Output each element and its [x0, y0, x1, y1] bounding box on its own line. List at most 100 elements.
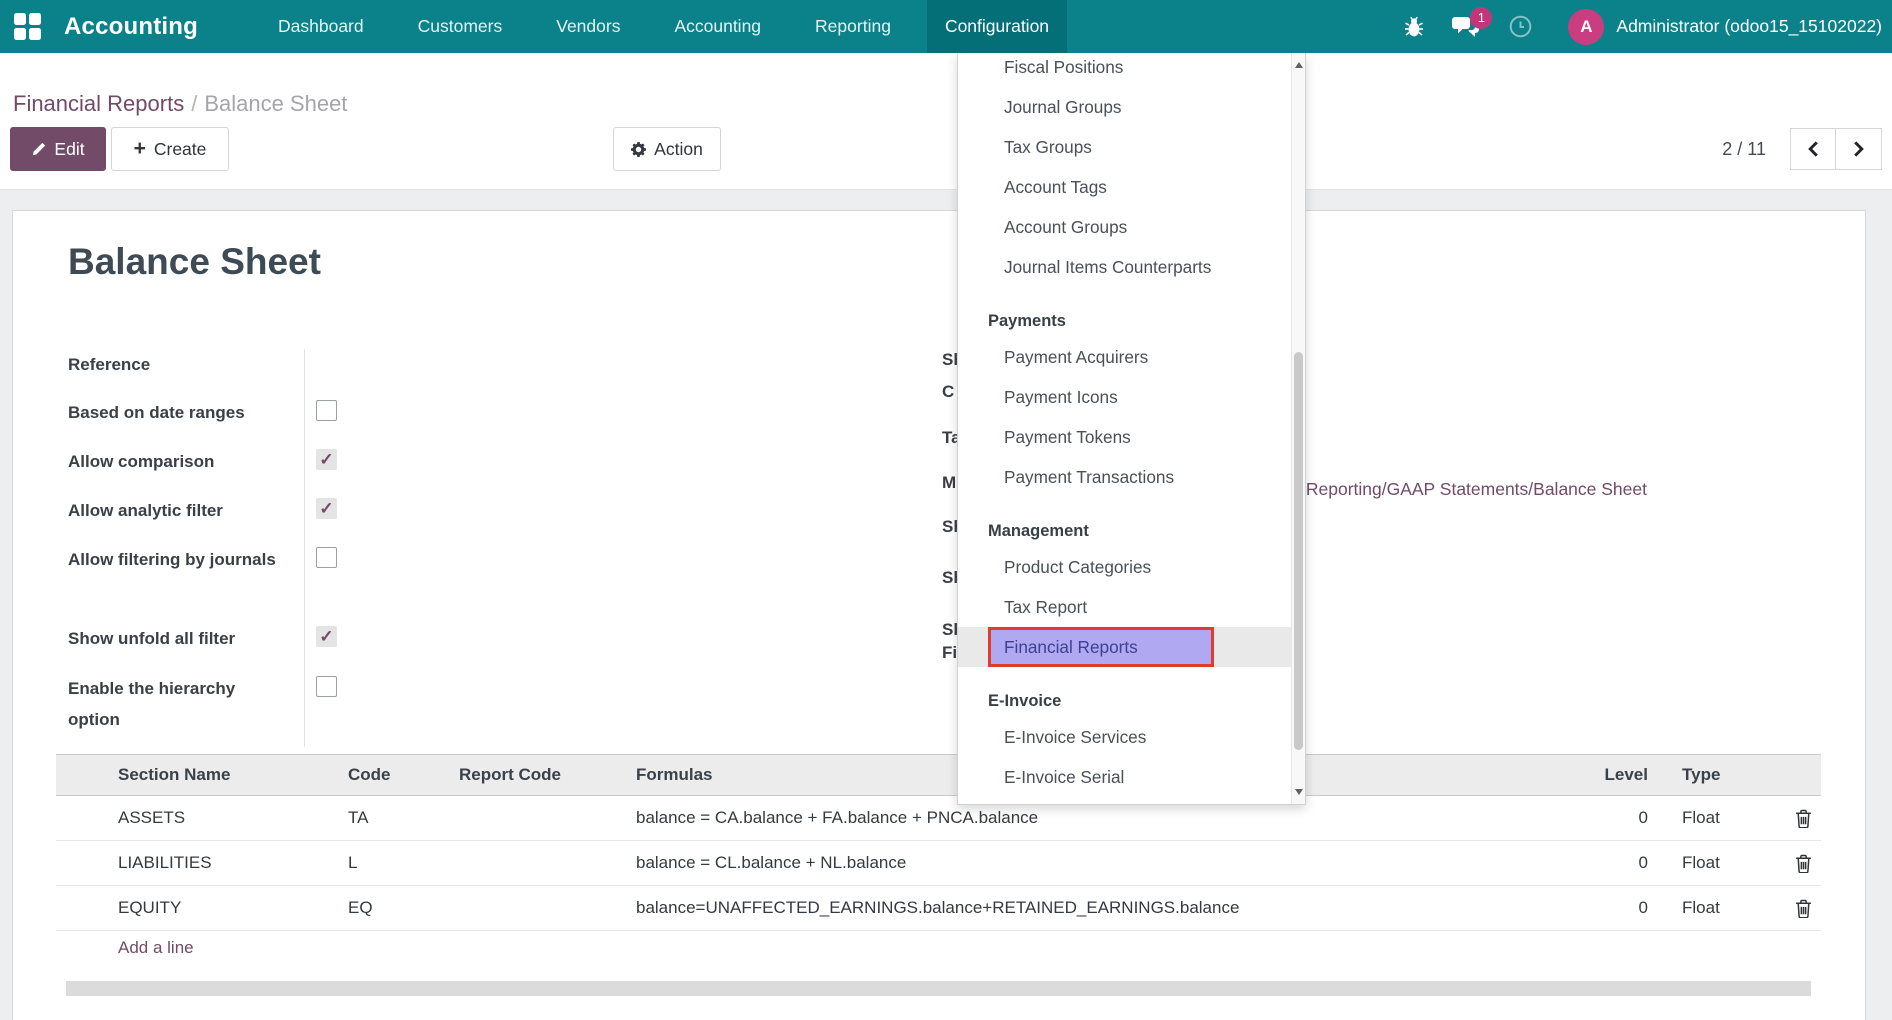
checkbox-allow-analytic-filter[interactable]: ✓ — [316, 498, 337, 519]
table-row-equity[interactable]: EQUITYEQbalance=UNAFFECTED_EARNINGS.bala… — [56, 886, 1821, 931]
menu-item-journal-groups[interactable]: Journal Groups — [958, 87, 1291, 127]
plus-icon: + — [134, 138, 146, 159]
cell-formulas: balance = CA.balance + FA.balance + PNCA… — [636, 808, 1581, 828]
action-button[interactable]: Action — [613, 127, 721, 171]
field-label: Enable the hierarchy option — [68, 673, 290, 735]
menu-section-header-management: Management — [958, 515, 1291, 547]
cell-level: 0 — [1581, 898, 1666, 918]
field-label: Based on date ranges — [68, 397, 290, 428]
nav-item-configuration[interactable]: Configuration — [927, 0, 1067, 53]
scrollbar-down-arrow-icon[interactable] — [1295, 789, 1303, 795]
messages-count-badge: 1 — [1470, 7, 1492, 29]
menu-item-e-invoice-services[interactable]: E-Invoice Services — [958, 717, 1291, 757]
field-row-reference: Reference — [68, 349, 368, 380]
cell-type: Float — [1666, 808, 1786, 828]
menu-item-payment-acquirers[interactable]: Payment Acquirers — [958, 337, 1291, 377]
checkbox-allow-comparison[interactable]: ✓ — [316, 449, 337, 470]
app-title[interactable]: Accounting — [64, 0, 198, 53]
breadcrumb-parent-link[interactable]: Financial Reports — [13, 91, 184, 116]
field-row-show-unfold-all-filter: Show unfold all filter ✓ — [68, 623, 368, 654]
chevron-right-icon — [1853, 141, 1864, 157]
nav-item-vendors[interactable]: Vendors — [538, 0, 638, 53]
column-header-report-code: Report Code — [445, 765, 636, 785]
user-avatar[interactable]: A — [1568, 9, 1604, 45]
table-body: ASSETSTA balance = CA.balance + FA.balanc… — [56, 796, 1821, 931]
cell-name: ASSETS — [104, 808, 334, 828]
user-name[interactable]: Administrator (odoo15_15102022) — [1616, 16, 1882, 37]
column-header-level: Level — [1581, 765, 1666, 785]
sheet-title: Balance Sheet — [68, 241, 321, 283]
edit-button[interactable]: Edit — [10, 127, 106, 171]
delete-row-trash-icon[interactable] — [1786, 809, 1821, 828]
field-label: Show unfold all filter — [68, 623, 290, 654]
field-label: Allow analytic filter — [68, 495, 290, 526]
pager-previous-button[interactable] — [1790, 128, 1836, 170]
cell-code: TA — [334, 808, 445, 828]
control-panel: Financial Reports/Balance Sheet Edit + C… — [0, 53, 1892, 190]
cell-formulas: balance = CL.balance + NL.balance — [636, 853, 1581, 873]
checkbox-based-on-date-ranges[interactable] — [316, 400, 337, 421]
table-row-assets[interactable]: ASSETSTA balance = CA.balance + FA.balanc… — [56, 796, 1821, 841]
chevron-left-icon — [1808, 141, 1819, 157]
right-field-label-fragment: C — [942, 382, 954, 402]
breadcrumb: Financial Reports/Balance Sheet — [13, 91, 347, 117]
checkbox-enable-the-hierarchy-option[interactable] — [316, 676, 337, 697]
field-row-allow-analytic-filter: Allow analytic filter ✓ — [68, 495, 368, 526]
highlighted-menu-item-box[interactable]: Financial Reports — [988, 627, 1214, 667]
field-row-allow-comparison: Allow comparison ✓ — [68, 446, 368, 477]
scrollbar-up-arrow-icon[interactable] — [1295, 62, 1303, 68]
dropdown-scrollbar — [1291, 53, 1305, 804]
field-row-enable-the-hierarchy-option: Enable the hierarchy option — [68, 673, 368, 735]
breadcrumb-separator: / — [184, 91, 204, 116]
menu-item-tax-groups[interactable]: Tax Groups — [958, 127, 1291, 167]
cell-level: 0 — [1581, 808, 1666, 828]
cell-name: LIABILITIES — [104, 853, 334, 873]
top-navbar: Accounting Dashboard Customers Vendors Acco… — [0, 0, 1892, 53]
menu-item-fiscal-positions[interactable]: Fiscal Positions — [958, 53, 1291, 87]
nav-item-accounting[interactable]: Accounting — [656, 0, 779, 53]
add-a-line-link[interactable]: Add a line — [118, 938, 194, 958]
nav-item-reporting[interactable]: Reporting — [797, 0, 909, 53]
nav-item-customers[interactable]: Customers — [400, 0, 521, 53]
table-row-liabilities[interactable]: LIABILITIESLbalance = CL.balance + NL.ba… — [56, 841, 1821, 886]
activities-clock-icon[interactable] — [1509, 15, 1532, 38]
cell-type: Float — [1666, 853, 1786, 873]
table-horizontal-scrollbar[interactable] — [66, 981, 1811, 996]
menu-item-account-tags[interactable]: Account Tags — [958, 167, 1291, 207]
menu-item-e-invoice-serial[interactable]: E-Invoice Serial — [958, 757, 1291, 797]
cell-formulas: balance=UNAFFECTED_EARNINGS.balance+RETA… — [636, 898, 1581, 918]
menu-item-account-groups[interactable]: Account Groups — [958, 207, 1291, 247]
menu-item-journal-items-counterparts[interactable]: Journal Items Counterparts — [958, 247, 1291, 287]
menu-item-tax-report[interactable]: Tax Report — [958, 587, 1291, 627]
checkbox-show-unfold-all-filter[interactable]: ✓ — [316, 626, 337, 647]
apps-grid-icon[interactable] — [14, 13, 41, 40]
cell-code: L — [334, 853, 445, 873]
scrollbar-thumb[interactable] — [1294, 352, 1303, 750]
cell-code: EQ — [334, 898, 445, 918]
pager — [1790, 128, 1882, 170]
menu-item-payment-tokens[interactable]: Payment Tokens — [958, 417, 1291, 457]
debug-bug-icon[interactable] — [1404, 16, 1424, 38]
checkbox-allow-filtering-by-journals[interactable] — [316, 547, 337, 568]
form-sheet: Balance Sheet Reference Based on date ran… — [12, 210, 1866, 1020]
field-label: Allow comparison — [68, 446, 290, 477]
messages-icon[interactable]: 1 — [1452, 16, 1479, 38]
menu-item-payment-icons[interactable]: Payment Icons — [958, 377, 1291, 417]
table-header-row: Section NameCodeReport CodeFormulasLevel… — [56, 754, 1821, 796]
pager-next-button[interactable] — [1836, 128, 1882, 170]
dropdown-item-list: Fiscal PositionsJournal GroupsTax Groups… — [958, 53, 1291, 797]
cell-level: 0 — [1581, 853, 1666, 873]
navbar-right-cluster: 1 A Administrator (odoo15_15102022) — [1404, 0, 1882, 53]
menu-path-link[interactable]: /Reporting/GAAP Statements/Balance Sheet — [1301, 479, 1647, 500]
nav-item-dashboard[interactable]: Dashboard — [260, 0, 382, 53]
create-button[interactable]: + Create — [111, 127, 229, 171]
menu-item-financial-reports[interactable]: Financial Reports — [958, 627, 1291, 667]
gear-icon — [631, 142, 646, 157]
odoo-accounting-screen: Accounting Dashboard Customers Vendors Acco… — [0, 0, 1892, 1020]
delete-row-trash-icon[interactable] — [1786, 899, 1821, 918]
right-field-label-fragment: Fi — [942, 643, 957, 663]
menu-item-product-categories[interactable]: Product Categories — [958, 547, 1291, 587]
menu-item-payment-transactions[interactable]: Payment Transactions — [958, 457, 1291, 497]
delete-row-trash-icon[interactable] — [1786, 854, 1821, 873]
pencil-icon — [31, 142, 46, 157]
